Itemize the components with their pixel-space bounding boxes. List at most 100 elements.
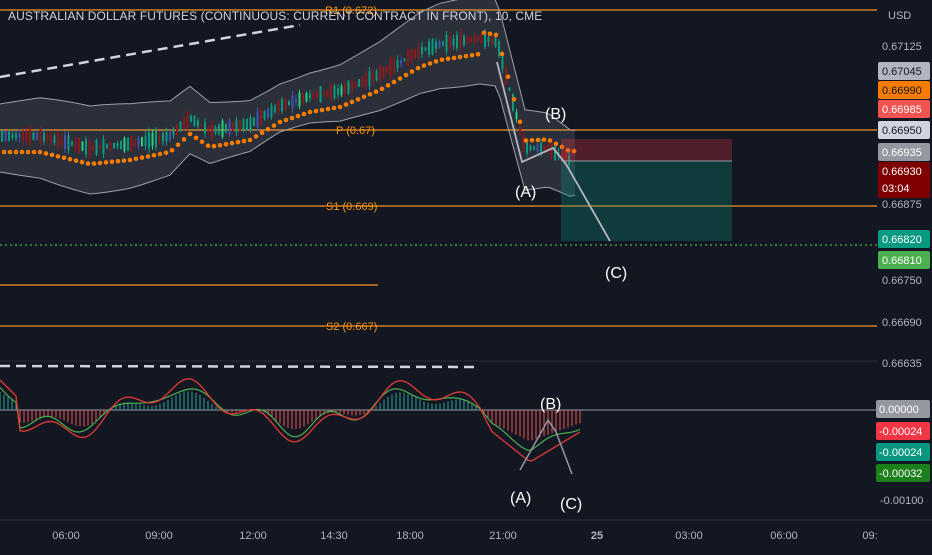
price-tick-label: 0.66875 [882,199,922,211]
candle-body [127,138,129,151]
ma-dot [73,158,79,163]
candle-body [22,131,24,141]
ma-dot [307,109,313,115]
candle-body [312,92,315,99]
ma-dot [451,55,457,61]
chart-area[interactable]: R1 (0.672) P (0.67) S1 (0.669) S2 (0.667… [0,0,932,550]
candle-body [256,111,259,128]
ma-dot [199,139,205,145]
candle-body [358,79,360,87]
time-tick-label: 06:00 [52,530,80,542]
candle-body [130,136,133,152]
ma-dot [343,102,349,107]
stop-loss-zone[interactable] [561,139,732,161]
candle-body [57,132,59,148]
ma-dot [511,97,517,102]
ma-dot [535,137,541,143]
candle-body [197,119,199,127]
candle-body [438,40,441,48]
candle-body [253,117,255,126]
candle-body [141,137,143,147]
osc-badge-label: -0.00024 [879,447,922,459]
candle-body [302,94,304,103]
ma-dot [553,141,559,147]
candle-body [39,128,42,144]
candle-body [67,135,70,151]
candle-body [246,119,248,130]
candle-body [95,139,98,155]
ma-dot [457,54,463,60]
osc-tick-label: -0.00100 [880,495,923,507]
ma-dot [319,107,325,113]
osc-badge-label: 0.00000 [879,404,919,416]
time-tick-label: 25 [591,530,603,542]
candle-body [228,121,231,135]
candle-body [11,133,14,139]
ma-dot [1,149,7,155]
candle-body [151,133,154,146]
candle-body [403,58,406,62]
candle-body [515,112,518,120]
candle-body [32,132,35,140]
candle-body [29,127,31,145]
price-tick-label: 0.67125 [882,41,922,53]
ma-dot [127,157,133,163]
ma-dot [139,155,145,160]
ma-dot [499,51,505,57]
osc-wave-c-label: (C) [560,496,582,513]
candle-body [176,124,178,135]
candle-body [480,33,483,44]
ma-dot [283,117,289,123]
time-tick-label: 12:00 [239,530,267,542]
price-badge-countdown: 03:04 [882,183,910,195]
candle-body [400,60,402,64]
candle-body [155,130,157,148]
currency-label: USD [888,10,912,22]
ma-dot [439,57,445,62]
candle-body [46,134,49,141]
candle-body [326,89,329,97]
time-tick-label: 09: [862,530,877,542]
chart-title[interactable]: AUSTRALIAN DOLLAR FUTURES (CONTINUOUS: C… [8,9,542,23]
candle-body [407,49,409,67]
s1-label: S1 (0.669) [326,201,377,213]
candle-body [263,111,266,120]
price-badge-label: 0.66935 [882,147,922,159]
ma-dot [253,134,259,139]
candle-body [242,119,245,131]
candle-body [386,67,388,73]
ma-dot [541,137,547,142]
ma-dot [97,160,103,166]
candle-body [218,124,220,135]
ma-dot [529,137,535,143]
candle-body [277,101,280,113]
candle-body [351,81,353,91]
candle-body [533,146,535,150]
osc-badge-label: -0.00032 [879,468,922,480]
candle-body [333,85,336,99]
time-tick-label: 06:00 [770,530,798,542]
time-tick-label: 03:00 [675,530,703,542]
ma-dot [217,142,223,148]
price-badge-label: 0.66810 [882,255,922,267]
candle-body [211,124,213,138]
candle-body [260,109,262,125]
ma-dot [289,115,295,121]
candle-body [81,141,84,151]
ma-dot [121,158,127,163]
candle-body [375,71,378,80]
price-badge-label: 0.66820 [882,234,922,246]
candle-body [53,135,56,144]
ma-dot [391,79,397,85]
candle-body [25,130,28,142]
candle-body [120,140,122,150]
candle-body [309,93,311,99]
ma-dot [31,149,37,155]
ma-dot [475,52,481,57]
candle-body [281,99,283,112]
ma-dot [517,119,523,125]
ma-dot [43,151,49,156]
candle-body [550,141,553,159]
ma-dot [205,143,211,148]
chart-canvas[interactable]: R1 (0.672) P (0.67) S1 (0.669) S2 (0.667… [0,0,932,550]
